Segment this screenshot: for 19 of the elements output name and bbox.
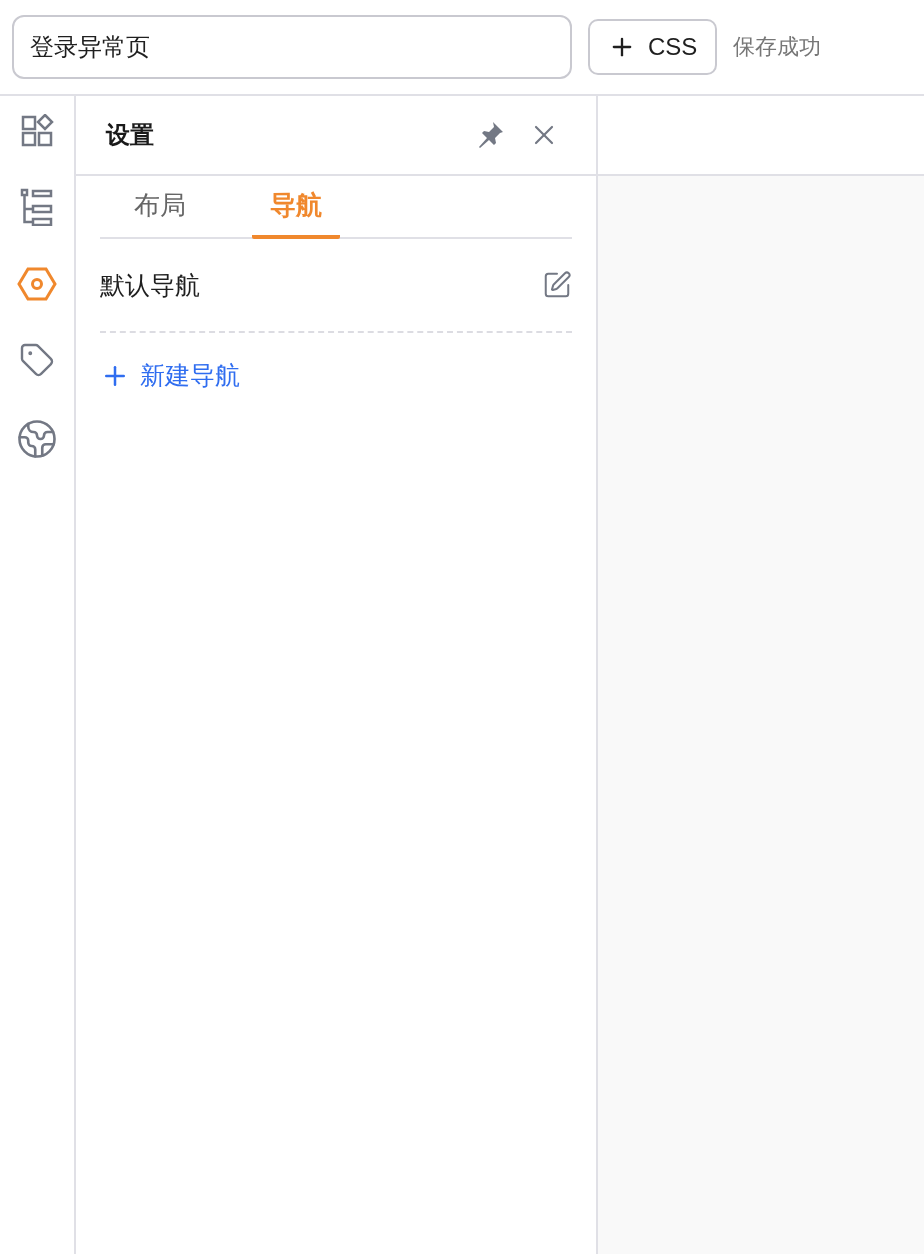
sidebar-item[interactable] bbox=[20, 188, 54, 226]
title-field[interactable]: 登录异常页 bbox=[12, 15, 572, 79]
components-icon bbox=[20, 114, 54, 148]
sidebar-item[interactable] bbox=[16, 418, 58, 460]
navigation-name: 默认导航 bbox=[100, 269, 200, 301]
edit-icon[interactable] bbox=[542, 270, 572, 300]
new-navigation-button[interactable]: 新建导航 bbox=[100, 359, 240, 392]
panel-title: 设置 bbox=[106, 120, 155, 150]
pin-icon[interactable] bbox=[476, 121, 504, 149]
sidebar-item[interactable] bbox=[20, 114, 54, 148]
settings-icon bbox=[17, 266, 57, 302]
sidebar-item[interactable] bbox=[17, 266, 57, 302]
globe-icon bbox=[16, 418, 58, 460]
tab[interactable]: 布局 bbox=[116, 176, 204, 239]
save-status: 保存成功 bbox=[733, 33, 822, 61]
tree-icon bbox=[20, 188, 54, 226]
tag-icon bbox=[19, 342, 55, 378]
add-css-button[interactable]: CSS bbox=[588, 19, 718, 75]
sidebar-item[interactable] bbox=[19, 342, 55, 378]
